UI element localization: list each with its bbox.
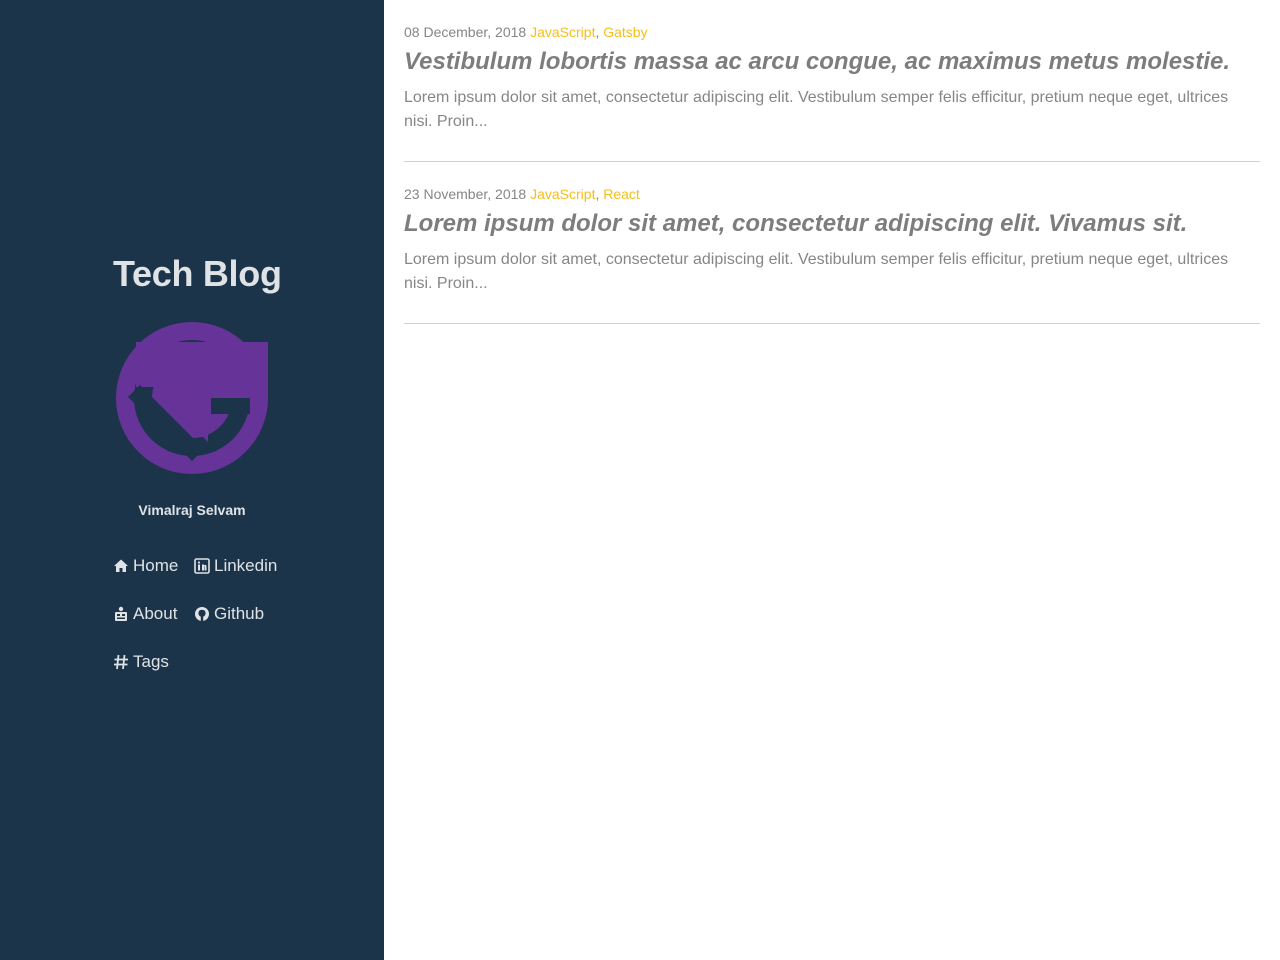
post-meta: 08 December, 2018 JavaScript, Gatsby — [404, 24, 648, 40]
gatsby-logo[interactable] — [116, 322, 268, 474]
nav-item-tags[interactable]: Tags — [113, 652, 169, 672]
nav-label-github: Github — [214, 604, 265, 623]
author-name: Vimalraj Selvam — [138, 502, 246, 518]
post-date: 08 December, 2018 — [404, 24, 527, 40]
about-icon — [115, 606, 127, 621]
post-tag[interactable]: JavaScript — [530, 186, 595, 202]
linkedin-icon — [194, 558, 210, 574]
tag-separator: , — [595, 24, 600, 40]
hash-icon — [114, 654, 128, 670]
nav-label-linkedin: Linkedin — [214, 556, 278, 575]
sidebar: Tech Blog Vimalraj Selvam Home Linkedin … — [0, 0, 384, 960]
post-tag[interactable]: JavaScript — [530, 24, 595, 40]
post-meta: 23 November, 2018 JavaScript, React — [404, 186, 640, 202]
nav-label-tags: Tags — [133, 652, 169, 671]
post-tag[interactable]: React — [603, 186, 640, 202]
post-title-link[interactable]: Lorem ipsum dolor sit amet, consectetur … — [404, 208, 1187, 240]
post-excerpt: Lorem ipsum dolor sit amet, consectetur … — [404, 89, 1229, 130]
tag-separator: , — [595, 186, 600, 202]
nav-label-about: About — [133, 604, 178, 623]
post-title-link[interactable]: Vestibulum lobortis massa ac arcu congue… — [404, 46, 1230, 78]
nav-label-home: Home — [133, 556, 179, 575]
post-list: 08 December, 2018 JavaScript, Gatsby Ves… — [404, 0, 1260, 324]
nav-item-about[interactable]: About — [113, 604, 177, 624]
site-title[interactable]: Tech Blog — [113, 252, 313, 296]
post-excerpt: Lorem ipsum dolor sit amet, consectetur … — [404, 251, 1229, 292]
post-tag[interactable]: Gatsby — [603, 24, 647, 40]
nav-item-home[interactable]: Home — [113, 556, 178, 576]
post-date: 23 November, 2018 — [404, 186, 527, 202]
home-icon — [114, 559, 128, 572]
sidebar-profile: Tech Blog Vimalraj Selvam Home Linkedin … — [113, 252, 313, 671]
nav-item-linkedin[interactable]: Linkedin — [194, 556, 277, 576]
nav-item-github[interactable]: Github — [194, 604, 264, 624]
github-icon — [195, 607, 209, 621]
post-item: 23 November, 2018 JavaScript, React Lore… — [404, 162, 1260, 324]
post-item: 08 December, 2018 JavaScript, Gatsby Ves… — [404, 0, 1260, 162]
